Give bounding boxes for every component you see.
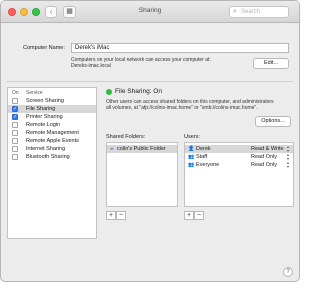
shared-folder-name: colin's Public Folder: [117, 146, 166, 152]
add-folder-button[interactable]: +: [106, 211, 116, 220]
options-button[interactable]: Options...: [255, 116, 291, 127]
file-sharing-status: File Sharing: On: [115, 88, 162, 95]
service-checkbox[interactable]: [12, 98, 18, 104]
user-row[interactable]: 👥 Everyone Read Only ▴ ▾: [185, 161, 293, 169]
shared-folder-row[interactable]: ▰ colin's Public Folder: [107, 145, 177, 153]
computer-name-field[interactable]: Derek's iMac: [71, 43, 289, 53]
user-name: Derek: [196, 146, 211, 152]
service-checkbox[interactable]: [12, 154, 18, 160]
service-name: Remote Apple Events: [26, 138, 79, 144]
service-list: On Service Screen Sharing ✓ File Sharing ✓ P…: [7, 87, 97, 239]
service-row[interactable]: Internet Sharing: [8, 145, 96, 153]
service-name: Bluetooth Sharing: [26, 154, 70, 160]
service-name-header: Service: [26, 90, 43, 96]
add-user-button[interactable]: +: [184, 211, 194, 220]
service-name: Remote Management: [26, 130, 79, 136]
search-placeholder: Search: [241, 9, 261, 15]
group-icon: 👥: [188, 162, 195, 168]
service-checkbox[interactable]: ✓: [12, 106, 18, 112]
service-name: Internet Sharing: [26, 146, 66, 152]
user-icon: 👤: [188, 146, 195, 152]
users-list: 👤 Derek Read & Write ▴ ▾ 👥 Staff Read Only ▴ ▾ 👥…: [184, 142, 294, 207]
user-name: Everyone: [196, 162, 220, 168]
service-checkbox[interactable]: [12, 146, 18, 152]
title-bar: ‹ › ▦ Sharing ⌕ Search: [1, 1, 299, 23]
service-name: Printer Sharing: [26, 114, 63, 120]
service-name: Screen Sharing: [26, 98, 64, 104]
service-name: File Sharing: [26, 106, 56, 112]
service-row[interactable]: Screen Sharing: [8, 97, 96, 105]
remove-user-button[interactable]: −: [194, 211, 204, 220]
user-access-popup[interactable]: Read Only: [251, 162, 277, 168]
service-row[interactable]: Bluetooth Sharing: [8, 153, 96, 161]
users-label: Users:: [184, 134, 200, 140]
shared-folders-list: ▰ colin's Public Folder: [106, 142, 178, 207]
folder-icon: ▰: [110, 146, 114, 152]
shared-folders-label: Shared Folders:: [106, 134, 146, 140]
service-checkbox[interactable]: [12, 122, 18, 128]
service-row[interactable]: Remote Apple Events: [8, 137, 96, 145]
status-indicator-icon: [106, 89, 112, 95]
user-access-popup[interactable]: Read Only: [251, 154, 277, 160]
file-sharing-description-2: all volumes, at "afp://colins-imac.home"…: [106, 105, 258, 111]
computer-address-note-2: Dereks-imac.local: [71, 63, 111, 69]
service-on-header: On: [12, 90, 19, 96]
service-row[interactable]: ✓ Printer Sharing: [8, 113, 96, 121]
section-divider: [7, 81, 293, 82]
computer-name-label: Computer Name:: [23, 45, 65, 51]
service-row[interactable]: Remote Management: [8, 129, 96, 137]
help-button[interactable]: ?: [283, 267, 293, 277]
user-name: Staff: [196, 154, 208, 160]
service-name: Remote Login: [26, 122, 61, 128]
edit-button[interactable]: Edit...: [253, 58, 289, 69]
remove-folder-button[interactable]: −: [116, 211, 126, 220]
sharing-window: ‹ › ▦ Sharing ⌕ Search Computer Name: De…: [0, 0, 300, 282]
service-checkbox[interactable]: [12, 130, 18, 136]
service-checkbox[interactable]: [12, 138, 18, 144]
service-row[interactable]: Remote Login: [8, 121, 96, 129]
search-field[interactable]: ⌕ Search: [229, 6, 289, 18]
user-row[interactable]: 👥 Staff Read Only ▴ ▾: [185, 153, 293, 161]
search-icon: ⌕: [233, 8, 237, 15]
service-checkbox[interactable]: ✓: [12, 114, 18, 120]
group-icon: 👥: [188, 154, 195, 160]
popup-arrows-icon: ▴ ▾: [287, 160, 290, 169]
service-row[interactable]: ✓ File Sharing: [8, 105, 96, 113]
user-row[interactable]: 👤 Derek Read & Write ▴ ▾: [185, 145, 293, 153]
user-access-popup[interactable]: Read & Write: [251, 146, 284, 152]
